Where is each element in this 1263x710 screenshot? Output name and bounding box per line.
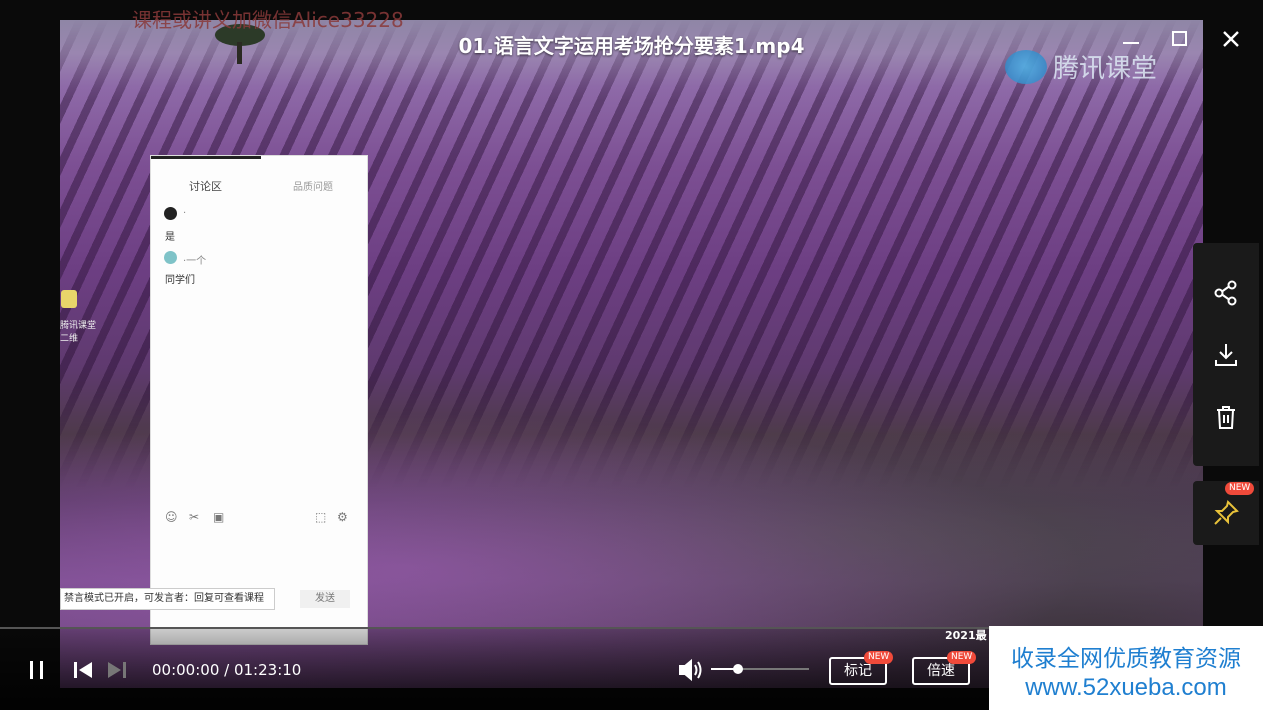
download-icon [1215, 344, 1237, 366]
next-button[interactable] [106, 659, 128, 685]
cloud-logo-icon [1005, 49, 1047, 84]
close-icon [1223, 31, 1239, 47]
pause-icon [30, 661, 43, 679]
panel-link: 品质问题 [293, 182, 333, 193]
ad-line-2: www.52xueba.com [1025, 674, 1227, 701]
image-icon: ▣ [213, 510, 225, 524]
ad-line-1: 收录全网优质教育资源 [1011, 646, 1241, 672]
minimize-button[interactable] [1122, 28, 1140, 55]
current-time: 00:00:00 [152, 661, 220, 679]
message-text: 同学们 [165, 275, 195, 286]
volume-button[interactable] [677, 657, 705, 687]
share-button[interactable] [1212, 279, 1240, 307]
new-badge: NEW [864, 651, 894, 664]
message-author: · [183, 208, 187, 219]
pause-button[interactable] [27, 659, 47, 685]
skip-next-icon [108, 662, 126, 678]
logo-text: 腾讯课堂 [1053, 54, 1158, 84]
emoji-icon: ☺ [165, 510, 178, 524]
discussion-panel: 讨论区 品质问题 · 是 ·一个 同学们 ☺ ✂ ▣ ⬚ ⚙ [150, 155, 368, 645]
desktop-shortcut-icon [61, 290, 77, 308]
expand-icon: ⬚ [315, 510, 327, 524]
trash-icon [1217, 406, 1235, 429]
pin-button[interactable]: NEW [1193, 481, 1259, 545]
panel-topbar [151, 156, 261, 159]
maximize-icon [1172, 31, 1187, 46]
watermark-text: 课程或讲义加微信Alice33228 [132, 8, 404, 32]
panel-title: 讨论区 [189, 180, 222, 193]
notice-bar: 禁言模式已开启，可发言者：回复可查看课程 [60, 588, 275, 610]
speed-label: 倍速 [927, 663, 955, 679]
maximize-button[interactable] [1171, 28, 1189, 55]
skip-previous-icon [74, 662, 92, 678]
new-badge: NEW [947, 651, 977, 664]
mark-label: 标记 [844, 663, 872, 679]
scissors-icon: ✂ [189, 510, 200, 524]
avatar [164, 207, 177, 220]
share-icon [1214, 280, 1237, 306]
avatar [164, 251, 177, 264]
time-separator: / [219, 661, 234, 679]
delete-button[interactable] [1212, 403, 1240, 431]
pin-icon [1214, 500, 1239, 525]
desktop-label: 腾讯课堂 二维 [60, 321, 97, 344]
previous-button[interactable] [72, 659, 94, 685]
close-button[interactable] [1221, 28, 1241, 55]
year-text: 2021最 [945, 629, 987, 642]
send-button: 发送 [300, 590, 350, 608]
duration: 01:23:10 [233, 661, 302, 679]
playback-time: 00:00:00 / 01:23:10 [152, 661, 301, 679]
settings-icon: ⚙ [337, 510, 348, 524]
new-badge: NEW [1225, 482, 1255, 495]
download-button[interactable] [1212, 341, 1240, 369]
volume-handle[interactable] [733, 664, 743, 674]
volume-icon [679, 658, 702, 682]
minimize-icon [1123, 42, 1139, 44]
message-text: 是 [165, 232, 175, 243]
message-author: ·一个 [183, 256, 207, 267]
ad-banner: 收录全网优质教育资源 www.52xueba.com [989, 626, 1263, 710]
